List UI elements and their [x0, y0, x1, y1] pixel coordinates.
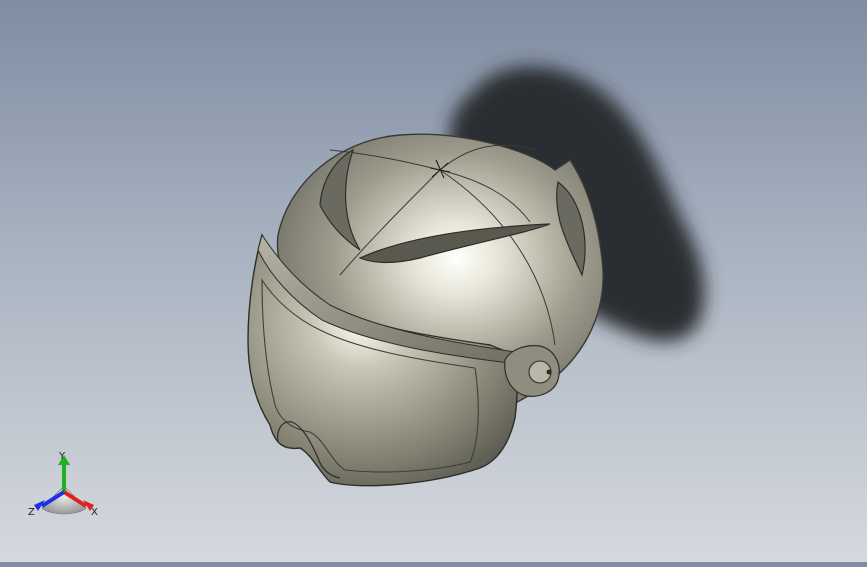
y-axis-label: Y	[58, 451, 66, 462]
model-canvas[interactable]	[0, 0, 867, 562]
helmet-model[interactable]	[247, 133, 604, 487]
3d-viewport[interactable]: Y X Z	[0, 0, 867, 562]
x-axis-label: X	[91, 507, 98, 518]
z-axis-label: Z	[28, 507, 35, 518]
axis-triad[interactable]: Y X Z	[22, 448, 112, 528]
visor-pivot-knob[interactable]	[504, 345, 560, 397]
